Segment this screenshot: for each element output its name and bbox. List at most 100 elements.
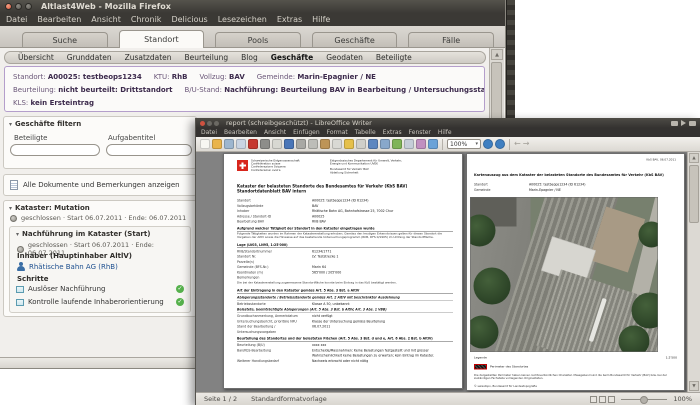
document-page-2: KbS BAV, 06.07.2011 Kartenauszug aus dem… — [466, 153, 685, 391]
menu-item[interactable]: Bearbeiten — [37, 15, 81, 24]
maximize-button[interactable] — [25, 3, 32, 10]
toolbar-icon[interactable] — [260, 139, 270, 149]
aufgabentitel-input[interactable] — [106, 144, 192, 156]
toolbar-icon[interactable] — [428, 139, 438, 149]
menu-item[interactable]: Datei — [6, 15, 27, 24]
menu-item[interactable]: Datei — [201, 129, 217, 136]
collapse-icon[interactable]: ▾ — [16, 231, 19, 238]
zoom-button-icon[interactable] — [483, 139, 493, 149]
sub-tab[interactable]: Blog — [241, 53, 258, 62]
scroll-up-icon[interactable]: ▲ — [491, 49, 503, 60]
beteiligte-input[interactable] — [10, 144, 100, 156]
main-tab[interactable]: Pools — [215, 32, 301, 47]
toolbar-icon[interactable] — [248, 139, 258, 149]
toolbar-icon[interactable] — [308, 139, 318, 149]
scroll-up-icon[interactable]: ▲ — [689, 153, 699, 163]
forward-arrow-icon[interactable]: → — [523, 139, 530, 149]
documents-panel: Alle Dokumente und Bemerkungen anzeigen — [3, 174, 197, 196]
toolbar-icon[interactable] — [224, 139, 234, 149]
menu-item[interactable]: Hilfe — [312, 15, 330, 24]
keyboard-indicator-icon[interactable] — [671, 120, 678, 126]
page-indicator[interactable]: Seite 1 / 2 — [204, 395, 237, 403]
style-indicator[interactable]: Standardformatvorlage — [251, 395, 327, 403]
toolbar-icon[interactable] — [380, 139, 390, 149]
menu-item[interactable]: Bearbeiten — [224, 129, 257, 136]
filter-panel-title[interactable]: ▾ Geschäfte filtern — [4, 117, 196, 128]
close-button[interactable] — [5, 3, 12, 10]
menu-item[interactable]: Fenster — [409, 129, 431, 136]
menu-item[interactable]: Tabelle — [355, 129, 376, 136]
toolbar-icon[interactable] — [392, 139, 402, 149]
all-documents-link[interactable]: Alle Dokumente und Bemerkungen anzeigen — [23, 181, 180, 189]
main-tab[interactable]: Standort — [118, 30, 205, 48]
menu-item[interactable]: Hilfe — [438, 129, 452, 136]
toolbar-icon[interactable] — [356, 139, 366, 149]
section-heading: Beurteilung des Standortes und der belas… — [237, 335, 453, 342]
toolbar-icon[interactable] — [320, 139, 330, 149]
inhaber-link[interactable]: Rhätische Bahn AG (RhB) — [29, 263, 118, 271]
toolbar-icon[interactable] — [344, 139, 354, 149]
scroll-down-icon[interactable]: ▼ — [689, 381, 699, 391]
toolbar-icon[interactable] — [272, 139, 282, 149]
sub-tab[interactable]: Übersicht — [18, 53, 54, 62]
volume-icon[interactable] — [681, 120, 686, 126]
view-layout-icon[interactable] — [599, 395, 607, 403]
trees — [473, 267, 511, 305]
main-tab[interactable]: Suche — [22, 32, 108, 47]
writer-titlebar[interactable]: report (schreibgeschützt) - LibreOffice … — [196, 118, 700, 128]
maximize-button[interactable] — [214, 120, 219, 126]
info-line-3: KLS: kein Ersteintrag — [13, 97, 476, 110]
toolbar-icon[interactable] — [296, 139, 306, 149]
view-layout-icon[interactable] — [608, 395, 616, 403]
toolbar-separator — [509, 138, 510, 150]
toolbar-icon[interactable] — [368, 139, 378, 149]
info-pair: Beurteilung: nicht beurteilt: Drittstand… — [13, 86, 173, 94]
back-arrow-icon[interactable]: ← — [514, 139, 521, 149]
zoom-slider[interactable] — [621, 396, 668, 404]
sub-tab[interactable]: Beteiligte — [376, 53, 412, 62]
close-button[interactable] — [200, 120, 205, 126]
zoom-button-icon[interactable] — [495, 139, 505, 149]
scrollbar-thumb[interactable] — [689, 165, 699, 223]
main-tab[interactable]: Geschäfte — [311, 32, 398, 47]
menu-item[interactable]: Ansicht — [91, 15, 121, 24]
sub-tab[interactable]: Beurteilung — [185, 53, 229, 62]
toolbar-icon[interactable] — [212, 139, 222, 149]
sub-tab[interactable]: Geschäfte — [271, 53, 314, 62]
copyright-line: © swisstopo, Bundesamt für Landestopogra… — [474, 385, 537, 388]
menu-item[interactable]: Delicious — [171, 15, 207, 24]
collapse-icon[interactable]: ▾ — [9, 121, 12, 128]
sub-tab[interactable]: Geodaten — [326, 53, 363, 62]
firefox-titlebar[interactable]: Altlast4Web - Mozilla Firefox — [0, 0, 505, 13]
menu-item[interactable]: Lesezeichen — [218, 15, 267, 24]
menu-item[interactable]: Chronik — [131, 15, 162, 24]
toolbar-icon[interactable] — [416, 139, 426, 149]
sub-tab[interactable]: Grunddaten — [67, 53, 112, 62]
toolbar-icon[interactable] — [200, 139, 210, 149]
view-layout-icon[interactable] — [590, 395, 598, 403]
sub-tab[interactable]: Zusatzdaten — [125, 53, 172, 62]
main-tab[interactable]: Fälle — [408, 32, 494, 47]
minimize-button[interactable] — [207, 120, 212, 126]
step-row[interactable]: Auslöser Nachführung ✓ — [16, 285, 184, 293]
toolbar-icon[interactable] — [236, 139, 246, 149]
menu-item[interactable]: Format — [327, 129, 348, 136]
kataster-panel-title[interactable]: ▾ Kataster: Mutation — [4, 201, 196, 212]
menu-item[interactable]: Extras — [383, 129, 402, 136]
collapse-icon[interactable]: ▾ — [9, 205, 12, 212]
minimize-button[interactable] — [15, 3, 22, 10]
toolbar-icon[interactable] — [284, 139, 294, 149]
step-row[interactable]: Kontrolle laufende Inhaberorientierung ✓ — [16, 298, 184, 306]
message-icon[interactable] — [689, 120, 696, 126]
toolbar-icon[interactable] — [332, 139, 342, 149]
writer-scrollbar[interactable]: ▲ ▼ — [687, 152, 700, 392]
document-area: Schweizerische Eidgenossenschaft Confédér… — [196, 152, 700, 392]
nachfuehrung-title[interactable]: ▾ Nachführung im Kataster (Start) — [10, 227, 190, 238]
zoom-combobox[interactable]: 100% ▾ — [447, 139, 481, 149]
inhaber-label: Inhaber (Hauptinhaber AltlV) — [17, 252, 132, 260]
menu-item[interactable]: Ansicht — [264, 129, 286, 136]
menu-item[interactable]: Einfügen — [293, 129, 319, 136]
toolbar-icon[interactable] — [404, 139, 414, 149]
menu-item[interactable]: Extras — [277, 15, 302, 24]
zoom-percent[interactable]: 100% — [673, 395, 692, 403]
